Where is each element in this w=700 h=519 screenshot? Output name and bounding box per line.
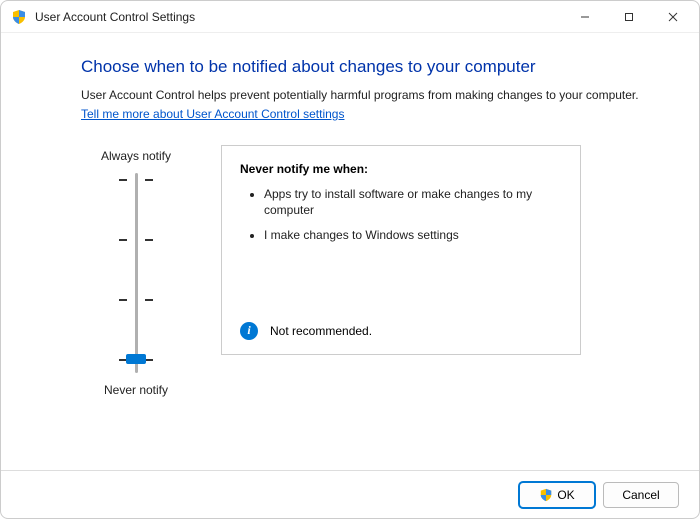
panel-bullet: I make changes to Windows settings bbox=[264, 227, 562, 244]
slider-track bbox=[135, 173, 138, 373]
close-button[interactable] bbox=[651, 2, 695, 32]
uac-shield-icon bbox=[539, 488, 553, 502]
uac-shield-icon bbox=[11, 9, 27, 25]
slider-tick bbox=[119, 179, 153, 181]
ok-button[interactable]: OK bbox=[519, 482, 595, 508]
description-line: User Account Control helps prevent poten… bbox=[81, 88, 639, 102]
recommendation-row: i Not recommended. bbox=[240, 322, 372, 340]
ok-button-label: OK bbox=[557, 488, 574, 502]
learn-more-link[interactable]: Tell me more about User Account Control … bbox=[81, 106, 344, 123]
page-heading: Choose when to be notified about changes… bbox=[81, 57, 651, 77]
slider-tick bbox=[119, 239, 153, 241]
main-row: Always notify Never notify Never notify … bbox=[81, 145, 651, 401]
uac-slider[interactable] bbox=[106, 173, 166, 373]
content-area: Choose when to be notified about changes… bbox=[1, 33, 699, 401]
recommendation-text: Not recommended. bbox=[270, 324, 372, 338]
cancel-button[interactable]: Cancel bbox=[603, 482, 679, 508]
slider-bottom-label: Never notify bbox=[104, 383, 168, 397]
slider-thumb[interactable] bbox=[126, 354, 146, 364]
slider-column: Always notify Never notify bbox=[81, 145, 191, 401]
info-icon: i bbox=[240, 322, 258, 340]
panel-bullet: Apps try to install software or make cha… bbox=[264, 186, 562, 220]
panel-title: Never notify me when: bbox=[240, 162, 562, 176]
window-title: User Account Control Settings bbox=[35, 10, 563, 24]
maximize-button[interactable] bbox=[607, 2, 651, 32]
notification-panel: Never notify me when: Apps try to instal… bbox=[221, 145, 581, 355]
dialog-footer: OK Cancel bbox=[1, 470, 699, 518]
slider-top-label: Always notify bbox=[101, 149, 171, 163]
description-text: User Account Control helps prevent poten… bbox=[81, 87, 651, 123]
cancel-button-label: Cancel bbox=[622, 488, 659, 502]
slider-tick bbox=[119, 299, 153, 301]
minimize-button[interactable] bbox=[563, 2, 607, 32]
titlebar: User Account Control Settings bbox=[1, 1, 699, 33]
panel-bullet-list: Apps try to install software or make cha… bbox=[240, 186, 562, 244]
